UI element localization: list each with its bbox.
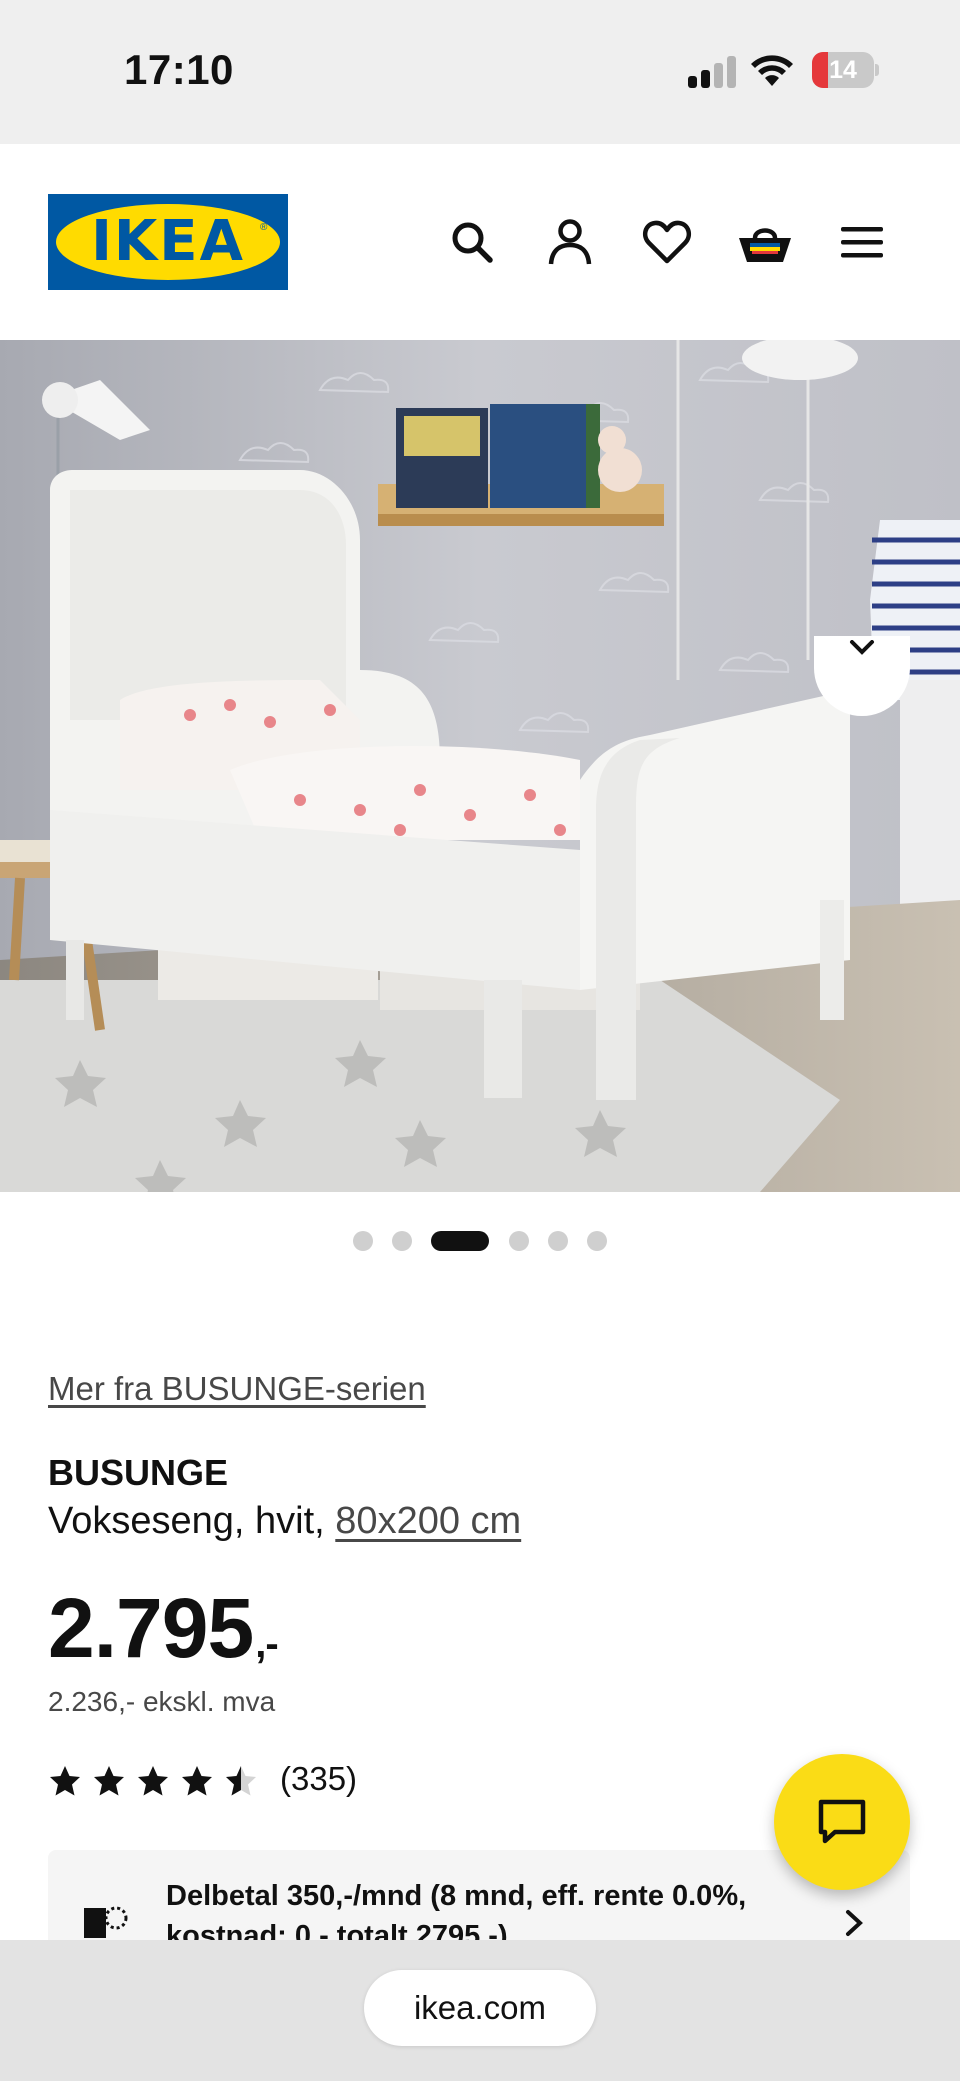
battery-icon: 14 xyxy=(812,52,879,88)
cart-icon[interactable] xyxy=(737,216,793,268)
price-value: 2.795 xyxy=(48,1581,254,1675)
price-excl-vat: 2.236,- ekskl. mva xyxy=(48,1686,276,1717)
chat-icon xyxy=(818,1799,866,1844)
product-description: Vokseseng, hvit, 80x200 cm xyxy=(48,1500,521,1543)
star-full-icon xyxy=(94,1766,124,1796)
carousel-dot[interactable] xyxy=(392,1231,412,1251)
ikea-logo[interactable]: IKEA ® xyxy=(48,194,288,290)
browser-toolbar: ikea.com xyxy=(0,1940,960,2081)
star-half-icon xyxy=(226,1766,256,1796)
address-bar[interactable]: ikea.com xyxy=(364,1970,596,2046)
carousel-dot[interactable] xyxy=(587,1231,607,1251)
status-bar: 17:10 14 xyxy=(0,0,960,144)
wifi-icon xyxy=(751,55,793,86)
star-full-icon xyxy=(138,1766,168,1796)
site-header: IKEA ® xyxy=(0,144,960,340)
chevron-right-icon xyxy=(846,1910,863,1936)
product-photo xyxy=(0,340,960,1192)
heart-icon[interactable] xyxy=(641,216,693,268)
chat-button[interactable] xyxy=(774,1754,910,1890)
carousel-dot-active[interactable] xyxy=(431,1231,489,1251)
size-link[interactable]: 80x200 cm xyxy=(335,1500,521,1542)
star-full-icon xyxy=(50,1766,80,1796)
search-icon[interactable] xyxy=(446,216,498,268)
menu-icon[interactable] xyxy=(836,216,888,268)
financing-text: Delbetal 350,-/mnd (8 mnd, eff. rente 0.… xyxy=(166,1880,747,1940)
product-name: BUSUNGE xyxy=(48,1452,229,1493)
series-link[interactable]: Mer fra BUSUNGE-serien xyxy=(48,1370,426,1408)
status-time: 17:10 xyxy=(124,46,234,93)
product-image[interactable] xyxy=(0,340,960,1192)
carousel-dot[interactable] xyxy=(509,1231,529,1251)
signal-icon xyxy=(688,56,738,88)
chevron-down-icon xyxy=(850,640,874,655)
image-carousel-dots xyxy=(0,1230,960,1252)
carousel-dot[interactable] xyxy=(548,1231,568,1251)
account-icon[interactable] xyxy=(544,216,596,268)
price-suffix: ,- xyxy=(255,1622,278,1666)
review-count[interactable]: (335) xyxy=(280,1760,357,1798)
product-description-text: Vokseseng, hvit, xyxy=(48,1500,336,1542)
logo-text: IKEA xyxy=(91,209,245,274)
installment-icon xyxy=(84,1906,128,1938)
star-full-icon xyxy=(182,1766,212,1796)
battery-level: 14 xyxy=(829,56,857,84)
carousel-dot[interactable] xyxy=(353,1231,373,1251)
product-price: 2.795,- xyxy=(48,1580,279,1677)
financing-row[interactable]: Delbetal 350,-/mnd (8 mnd, eff. rente 0.… xyxy=(48,1850,910,1940)
